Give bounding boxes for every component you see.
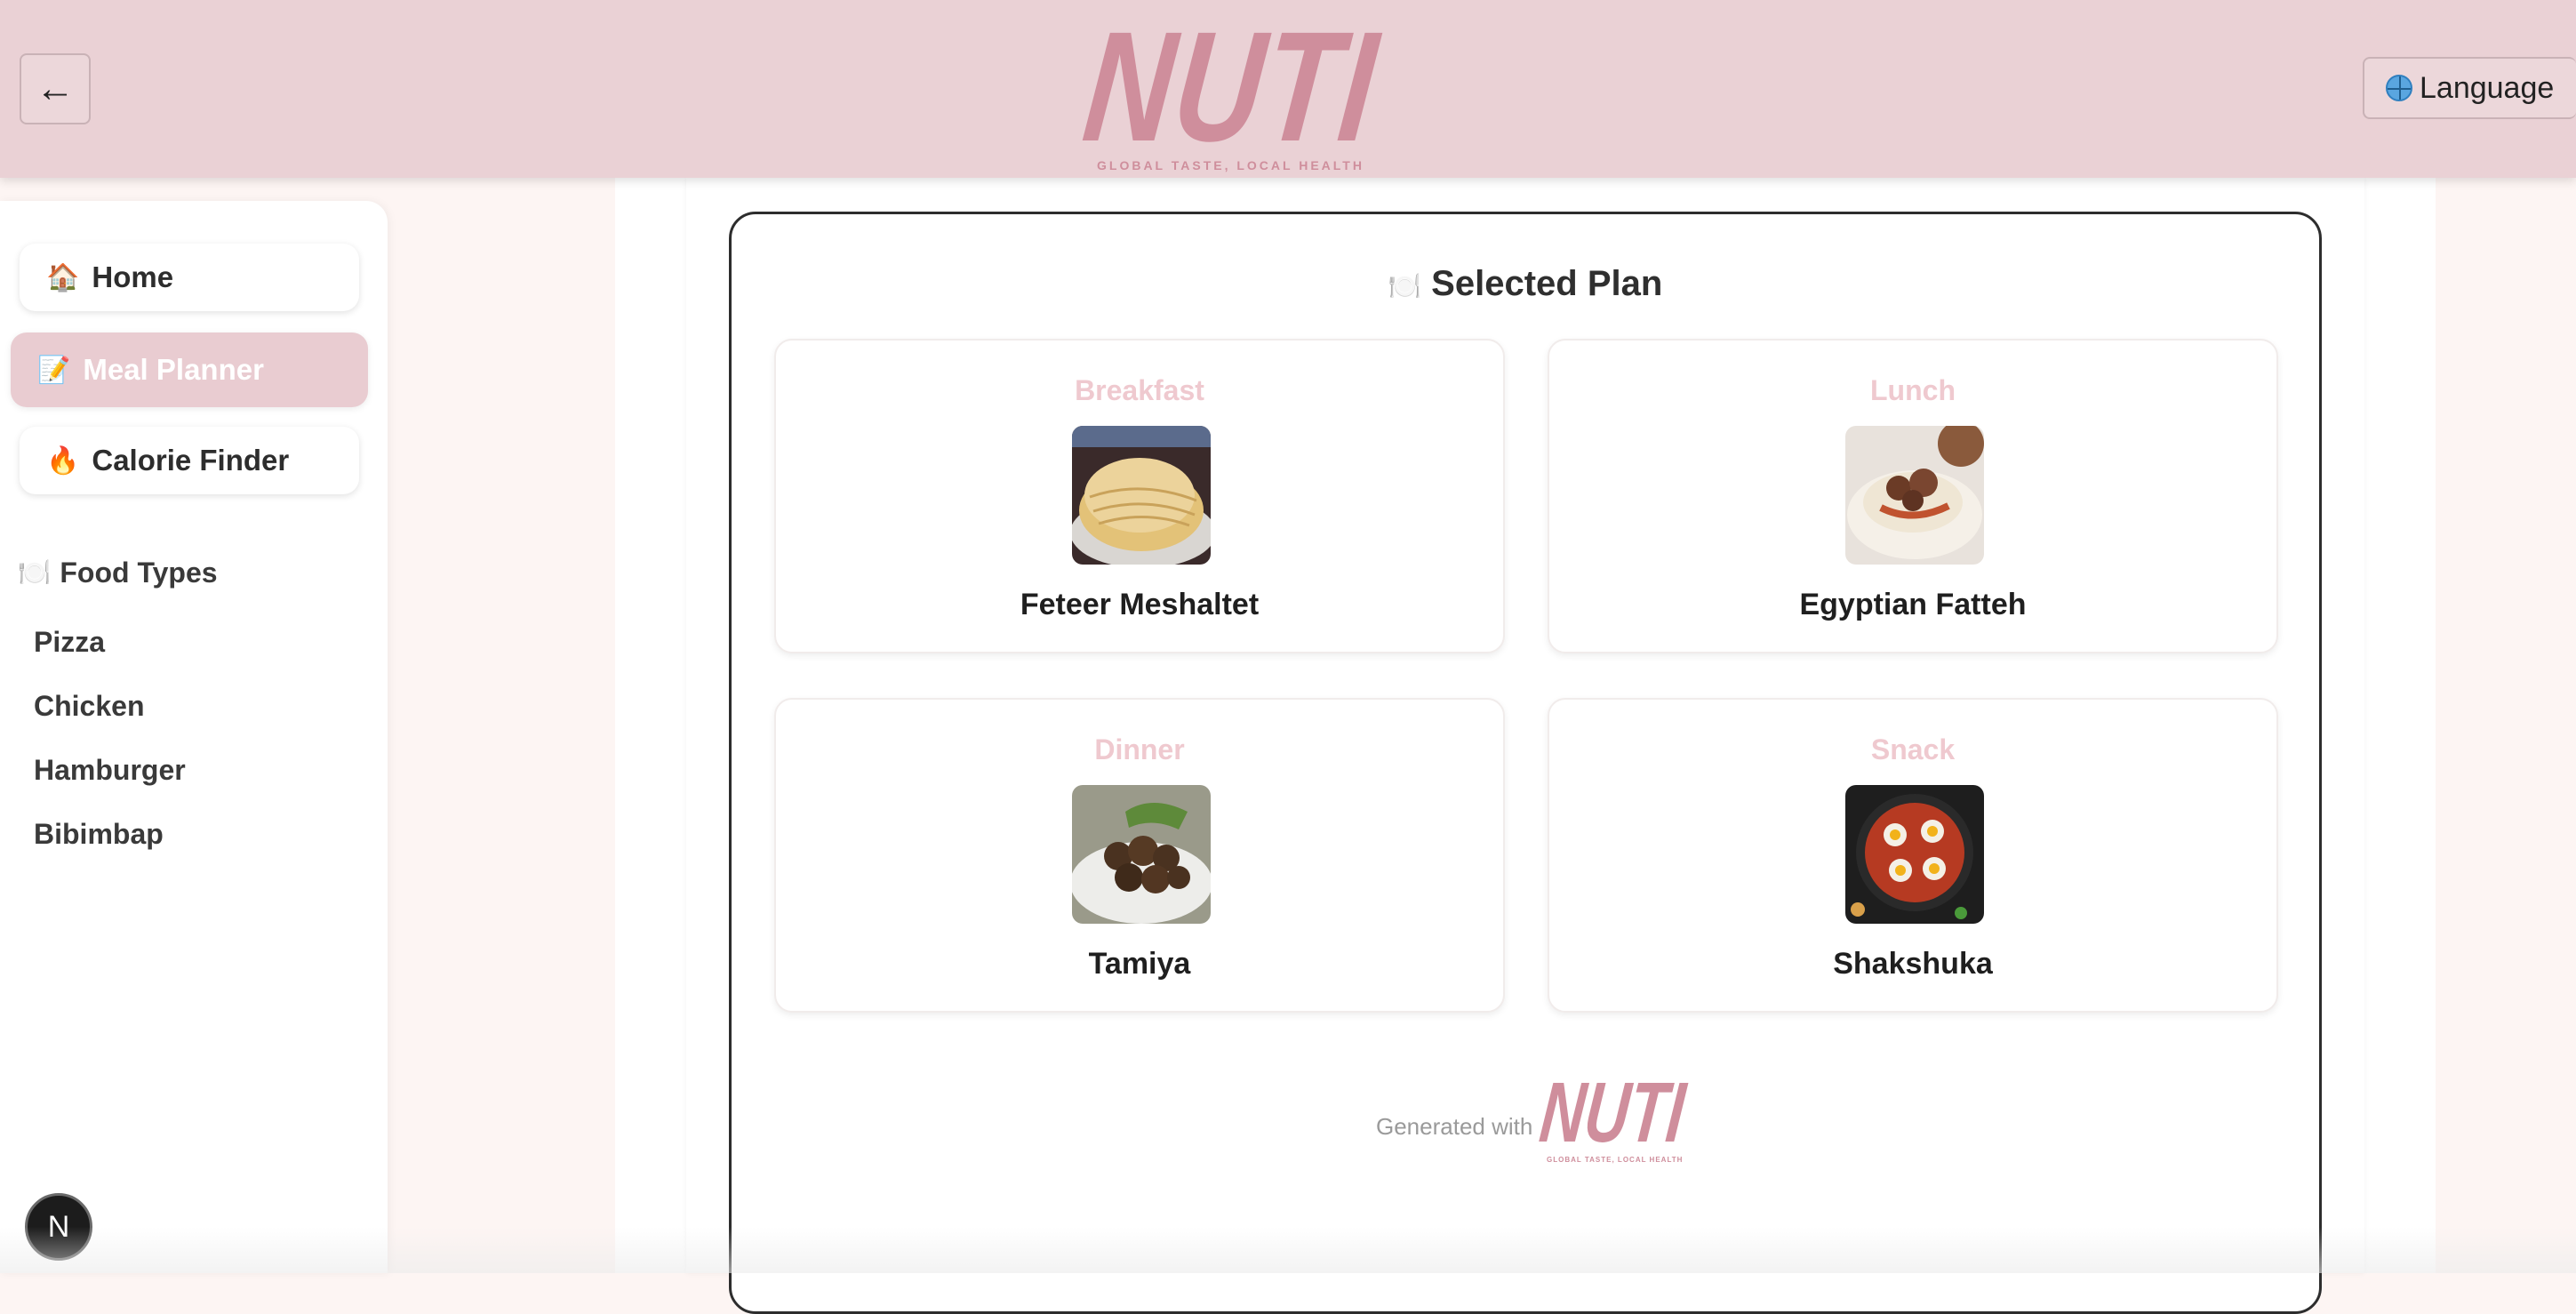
sidebar-item-label: Meal Planner [83,353,264,386]
language-label: Language [2420,70,2555,105]
dev-badge[interactable]: N [25,1193,92,1261]
meal-image-shakshuka [1845,785,1984,924]
plan-title-text: Selected Plan [1431,264,1663,303]
meal-image-feteer [1072,426,1211,565]
language-button[interactable]: Language [2363,57,2576,119]
sidebar-item-label: Home [92,260,174,293]
sidebar-item-calorie-finder[interactable]: 🔥 Calorie Finder [20,427,359,494]
food-types-heading: 🍽️ Food Types [18,557,218,589]
meal-name: Feteer Meshaltet [1020,588,1260,621]
meal-name: Egyptian Fatteh [1799,588,2027,621]
plate-icon: 🍽️ [18,558,52,588]
food-type-pizza[interactable]: Pizza [34,626,105,659]
logo-wordmark: NUTI [1076,0,1386,174]
sidebar-item-home[interactable]: 🏠 Home [20,244,359,311]
plate-icon: 🍽️ [1388,272,1422,301]
meal-card-dinner[interactable]: Dinner Tamiya [774,698,1505,1013]
food-types-title: Food Types [60,557,218,589]
sidebar: 🏠 Home 📝 Meal Planner 🔥 Calorie Finder 🍽… [0,201,388,1273]
meal-type-label: Snack [1870,733,1956,765]
selected-plan-card: 🍽️ Selected Plan Breakfast Feteer Meshal… [729,212,2322,1314]
food-type-hamburger[interactable]: Hamburger [34,754,186,787]
meal-type-label: Dinner [1094,733,1185,765]
fire-icon: 🔥 [46,445,80,476]
meal-type-label: Breakfast [1075,374,1204,406]
top-header: ← NUTI GLOBAL TASTE, LOCAL HEALTH Langua… [0,0,2576,178]
home-icon: 🏠 [46,262,80,292]
sidebar-item-meal-planner[interactable]: 📝 Meal Planner [11,333,368,407]
meal-image-fatteh [1845,426,1984,565]
meal-card-lunch[interactable]: Lunch Egyptian Fatteh [1548,339,2278,653]
meal-image-tamiya [1072,785,1211,924]
meal-name: Tamiya [1088,947,1191,981]
food-type-bibimbap[interactable]: Bibimbap [34,818,164,851]
back-arrow-icon: ← [36,67,75,110]
memo-icon: 📝 [37,355,71,385]
footer-logo-wordmark: NUTI [1535,1065,1690,1160]
back-button[interactable]: ← [20,53,91,124]
logo-tagline: GLOBAL TASTE, LOCAL HEALTH [1097,158,1364,172]
meal-name: Shakshuka [1833,947,1993,981]
globe-icon [2386,75,2412,101]
sidebar-item-label: Calorie Finder [92,444,290,477]
plan-title: 🍽️ Selected Plan [732,264,2319,304]
meal-card-snack[interactable]: Snack Shakshuka [1548,698,2278,1013]
meal-card-breakfast[interactable]: Breakfast Feteer Meshaltet [774,339,1505,653]
meal-type-label: Lunch [1870,374,1956,406]
footer-logo-tagline: GLOBAL TASTE, LOCAL HEALTH [1547,1156,1684,1164]
food-type-chicken[interactable]: Chicken [34,690,144,723]
generated-with-text: Generated with [1376,1113,1533,1140]
nuti-logo: NUTI GLOBAL TASTE, LOCAL HEALTH [1076,0,1404,176]
footer-nuti-logo: NUTI GLOBAL TASTE, LOCAL HEALTH [1536,1065,1690,1172]
